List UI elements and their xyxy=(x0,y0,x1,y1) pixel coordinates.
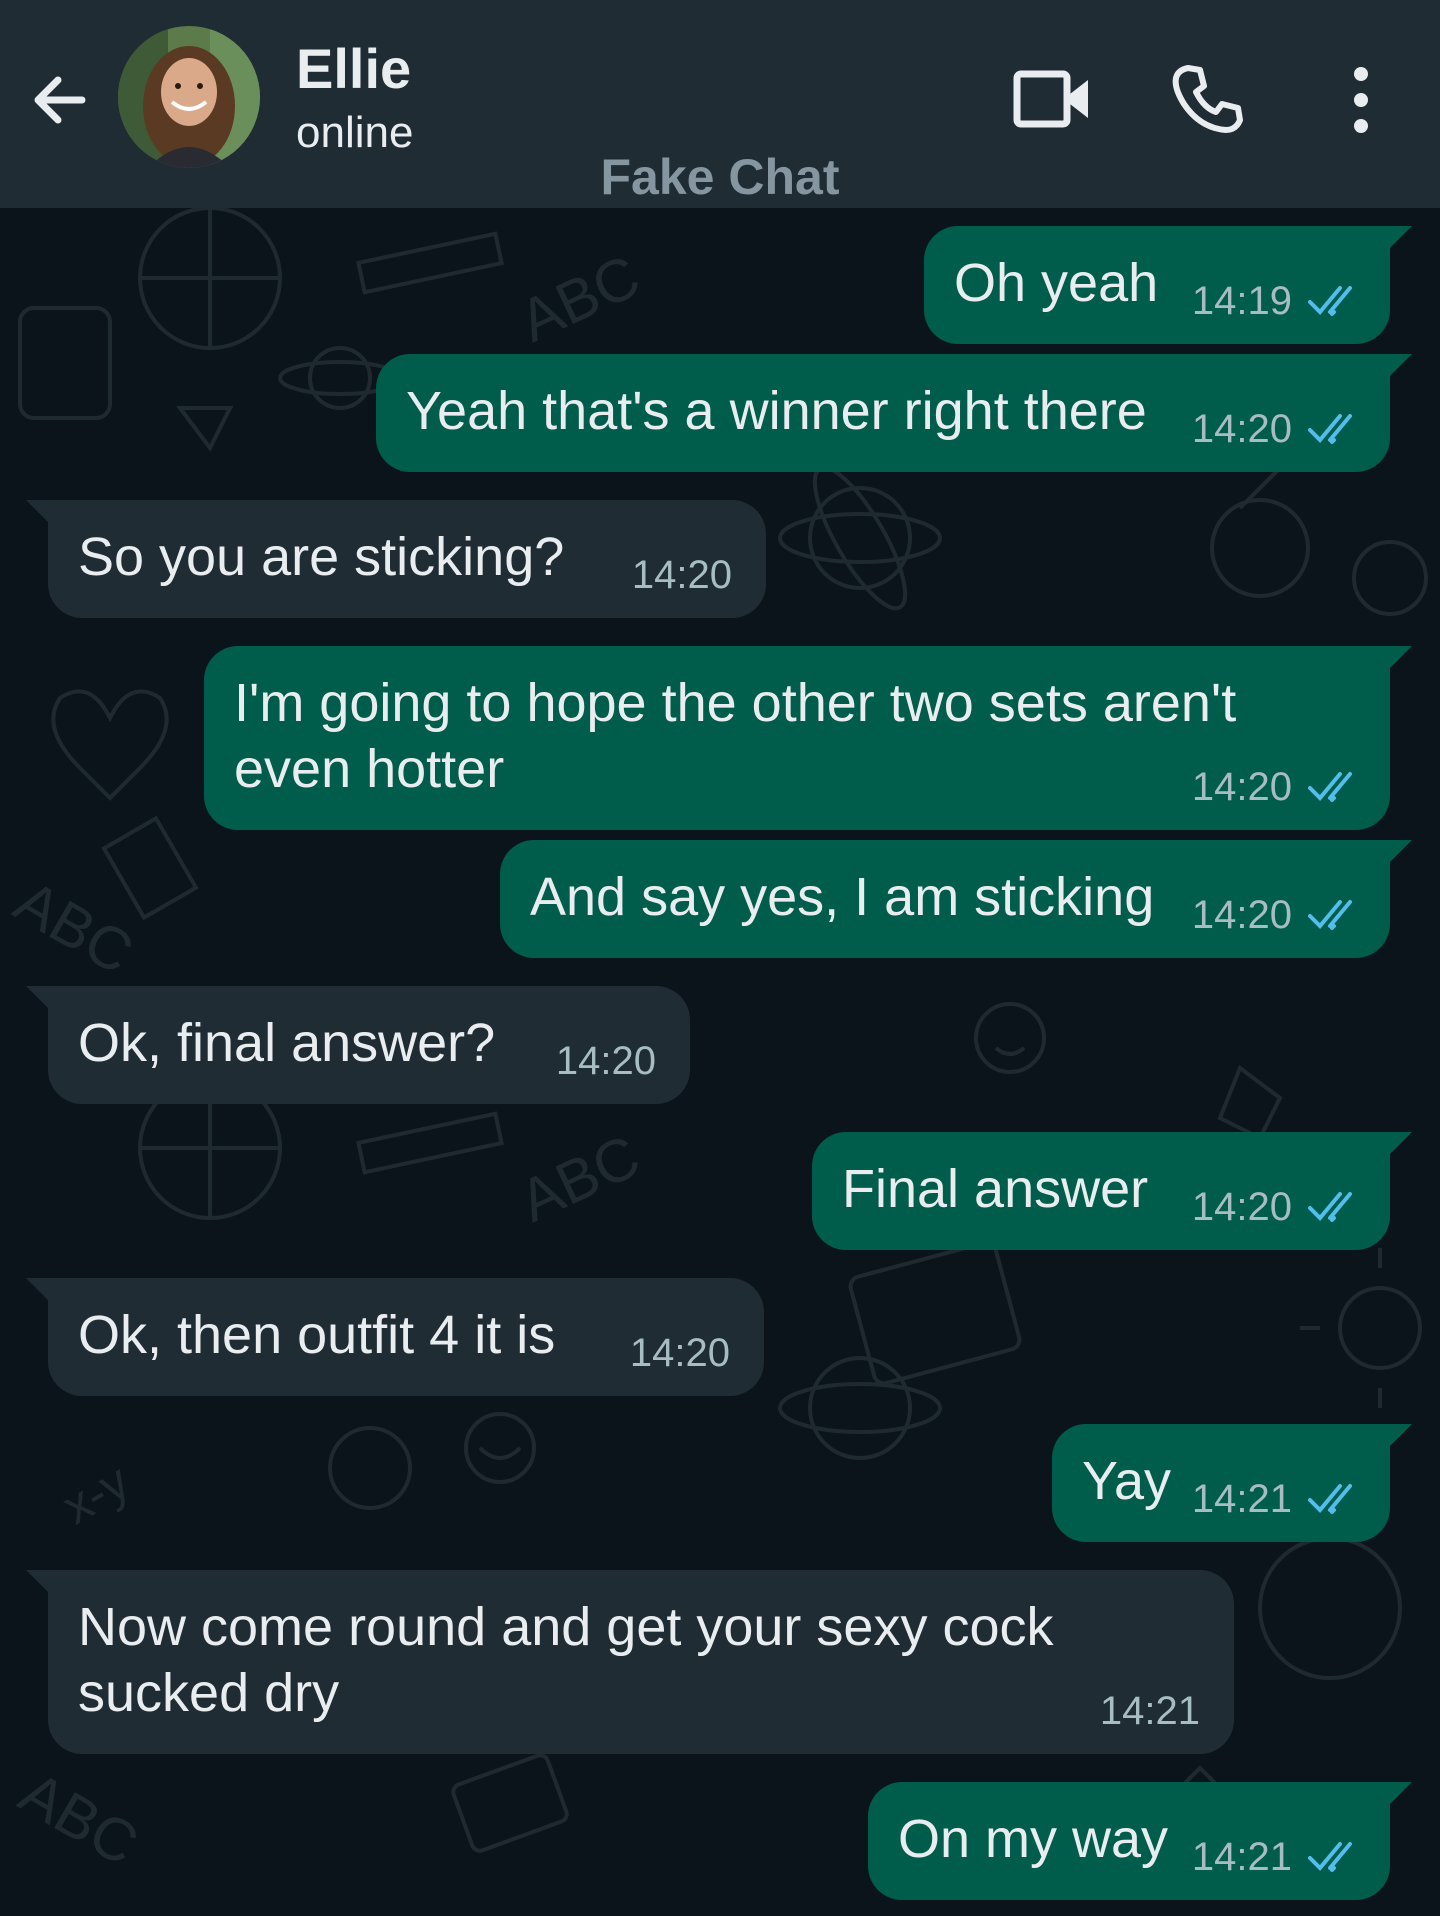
message-time: 14:19 xyxy=(1191,279,1292,323)
bubble-tail xyxy=(1390,840,1412,862)
message-time: 14:20 xyxy=(631,553,732,597)
watermark: Fake Chat xyxy=(600,149,840,205)
bubble-tail xyxy=(1390,354,1412,376)
more-vertical-icon[interactable] xyxy=(1340,62,1382,138)
message-time: 14:21 xyxy=(1191,1477,1292,1521)
double-check-icon xyxy=(1308,414,1352,444)
bubble-tail xyxy=(1390,1132,1412,1154)
double-check-icon xyxy=(1308,900,1352,930)
svg-text:ABC: ABC xyxy=(509,1122,649,1235)
message-text: I'm going to hope the other two sets are… xyxy=(234,670,1236,802)
outgoing-message[interactable]: On my way 14:21 xyxy=(868,1782,1412,1900)
message-text: Ok, final answer? xyxy=(78,1013,496,1073)
message-text-line: even hotter xyxy=(234,739,505,799)
message-text: Yeah that's a winner right there xyxy=(406,381,1147,441)
message-text: So you are sticking? xyxy=(78,527,565,587)
outgoing-message[interactable]: Oh yeah 14:19 xyxy=(924,226,1412,344)
outgoing-message[interactable]: Yeah that's a winner right there 14:20 xyxy=(376,354,1412,472)
message-text: Yay xyxy=(1082,1451,1172,1511)
message-text: Ok, then outfit 4 it is xyxy=(78,1305,556,1365)
arrow-left-icon[interactable] xyxy=(28,68,92,132)
bubble-tail xyxy=(26,986,48,1008)
message-text-line: I'm going to hope the other two sets are… xyxy=(234,673,1237,733)
message-text: Oh yeah xyxy=(954,253,1159,313)
video-call-icon[interactable] xyxy=(1012,64,1092,134)
avatar[interactable] xyxy=(118,26,260,168)
message-text: On my way xyxy=(898,1809,1169,1869)
bubble-tail xyxy=(1390,226,1412,248)
message-time: 14:20 xyxy=(629,1331,730,1375)
svg-text:ABC: ABC xyxy=(9,1759,149,1879)
message-text: Now come round and get your sexy cock suc… xyxy=(78,1594,1053,1726)
double-check-icon xyxy=(1308,286,1352,316)
avatar-image xyxy=(118,26,260,168)
message-text-line: sucked dry xyxy=(78,1663,340,1723)
message-time: 14:20 xyxy=(1191,893,1292,937)
message-time: 14:21 xyxy=(1191,1835,1292,1879)
incoming-message[interactable]: Ok, then outfit 4 it is 14:20 xyxy=(26,1278,764,1396)
svg-text:x-y: x-y xyxy=(53,1453,139,1535)
outgoing-message[interactable]: Final answer 14:20 xyxy=(812,1132,1412,1250)
message-time: 14:20 xyxy=(1191,765,1292,809)
double-check-icon xyxy=(1308,772,1352,802)
message-text: And say yes, I am sticking xyxy=(530,867,1155,927)
bubble-tail xyxy=(1390,1424,1412,1446)
bubble-tail xyxy=(26,500,48,522)
incoming-message[interactable]: Now come round and get your sexy cock suc… xyxy=(26,1570,1234,1754)
phone-icon[interactable] xyxy=(1170,62,1244,136)
message-time: 14:21 xyxy=(1099,1689,1200,1733)
message-text: Final answer xyxy=(842,1159,1149,1219)
message-time: 14:20 xyxy=(555,1039,656,1083)
svg-text:ABC: ABC xyxy=(509,242,649,355)
double-check-icon xyxy=(1308,1484,1352,1514)
bubble-tail xyxy=(1390,1782,1412,1804)
bubble-tail xyxy=(26,1570,48,1592)
outgoing-message[interactable]: I'm going to hope the other two sets are… xyxy=(204,646,1412,830)
incoming-message[interactable]: So you are sticking? 14:20 xyxy=(26,500,766,618)
message-text-line: Now come round and get your sexy cock xyxy=(78,1597,1054,1657)
incoming-message[interactable]: Ok, final answer? 14:20 xyxy=(26,986,690,1104)
bubble-tail xyxy=(1390,646,1412,668)
double-check-icon xyxy=(1308,1192,1352,1222)
bubble-tail xyxy=(26,1278,48,1300)
contact-name[interactable]: Ellie xyxy=(296,36,411,101)
message-time: 14:20 xyxy=(1191,1185,1292,1229)
double-check-icon xyxy=(1308,1842,1352,1872)
chat-header: Ellie online Fake Chat xyxy=(0,0,1440,208)
message-time: 14:20 xyxy=(1191,407,1292,451)
chat-area[interactable]: ABC ABC ABC x-y ABC Oh yeah 14:19 Yeah t… xyxy=(0,208,1440,1916)
outgoing-message[interactable]: Yay 14:21 xyxy=(1052,1424,1412,1542)
outgoing-message[interactable]: And say yes, I am sticking 14:20 xyxy=(500,840,1412,958)
